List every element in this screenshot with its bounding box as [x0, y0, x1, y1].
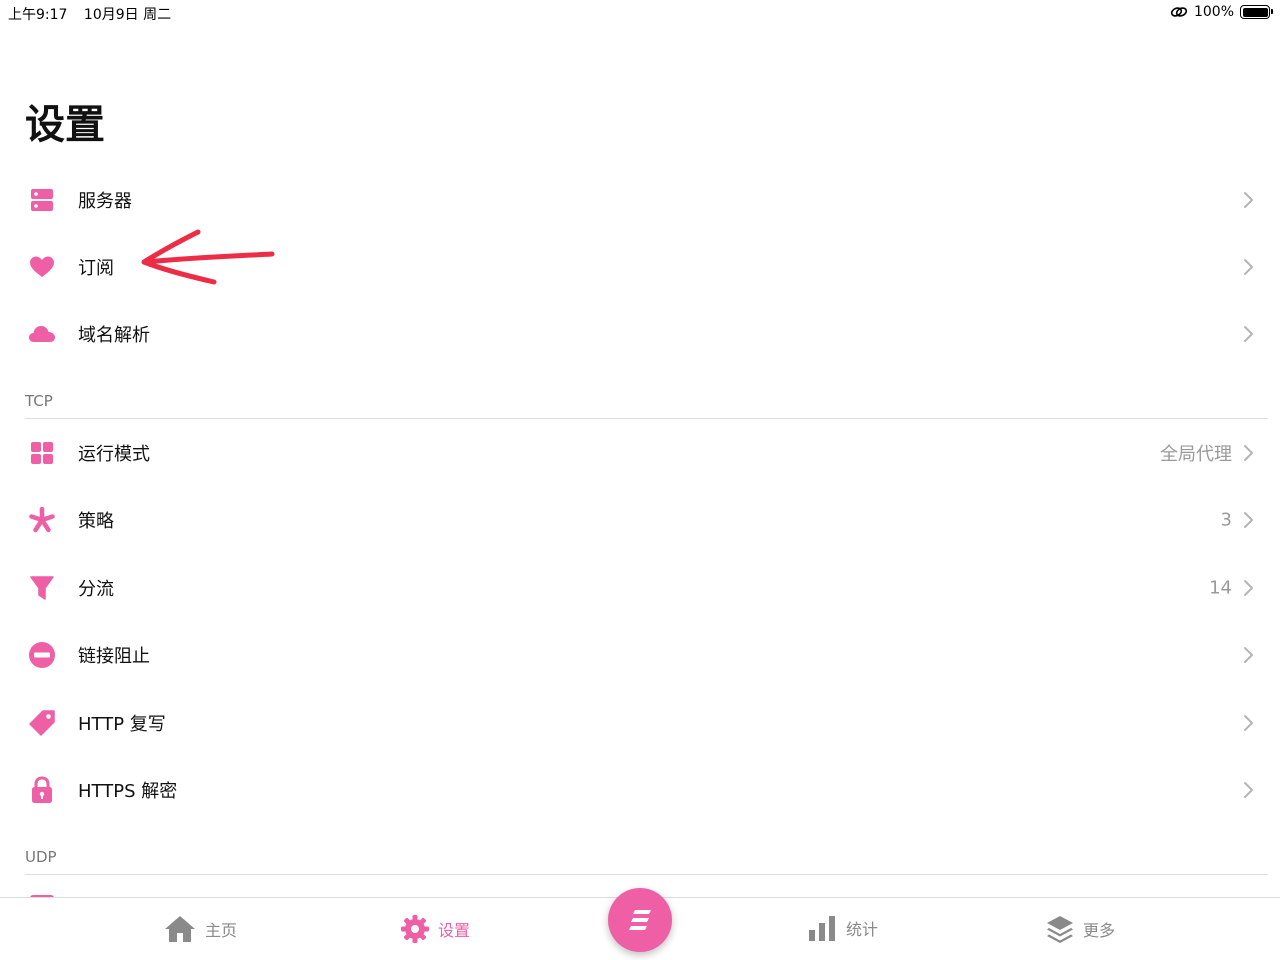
vpn-link-icon [1170, 7, 1188, 17]
page-title: 设置 [25, 102, 105, 148]
tab-more[interactable]: 更多 [1045, 914, 1115, 944]
connect-toggle-button[interactable] [608, 888, 672, 952]
battery-icon [1240, 5, 1273, 19]
settings-row-value: 14 [1209, 577, 1232, 599]
settings-row-label: 域名解析 [78, 325, 150, 346]
tab-home[interactable]: 主页 [163, 914, 237, 944]
settings-row-label: 策略 [78, 511, 114, 532]
settings-row-value: 3 [1220, 509, 1232, 531]
annotation-arrow [141, 229, 275, 285]
settings-row-rules[interactable]: 分流 14 [0, 558, 1280, 618]
status-bar: 上午9:17 10月9日 周二 100% [0, 0, 1280, 26]
cloud-icon [28, 320, 56, 348]
status-left: 上午9:17 10月9日 周二 [8, 4, 183, 24]
settings-row-label: HTTP 复写 [78, 714, 166, 735]
tab-label: 更多 [1083, 921, 1116, 940]
filter-icon [28, 574, 56, 602]
section-divider [25, 418, 1268, 419]
gear-icon [401, 915, 429, 943]
status-right: 100% [1170, 4, 1273, 20]
asterisk-icon [28, 506, 56, 534]
settings-row-label: 分流 [78, 579, 114, 600]
chevron-right-icon [1244, 580, 1253, 596]
chevron-right-icon [1244, 326, 1253, 342]
tab-stats[interactable]: 统计 [808, 914, 878, 942]
section-header-udp: UDP [25, 848, 57, 866]
section-divider [25, 874, 1268, 875]
chart-icon [809, 916, 835, 941]
tab-label: 统计 [846, 920, 879, 939]
chevron-right-icon [1244, 512, 1253, 528]
app-logo-icon [629, 910, 651, 930]
settings-row-block[interactable]: 链接阻止 [0, 625, 1280, 685]
status-date: 10月9日 周二 [83, 7, 172, 23]
layers-icon [1047, 916, 1073, 943]
server-icon [28, 186, 56, 214]
heart-icon [28, 253, 56, 281]
home-icon [165, 916, 195, 942]
chevron-right-icon [1244, 647, 1253, 663]
settings-row-server[interactable]: 服务器 [0, 170, 1280, 230]
settings-row-label: 服务器 [78, 191, 132, 212]
tab-label: 设置 [438, 921, 471, 940]
settings-row-https-decrypt[interactable]: HTTPS 解密 [0, 760, 1280, 820]
settings-row-label: 链接阻止 [78, 646, 150, 667]
settings-row-http-rewrite[interactable]: HTTP 复写 [0, 693, 1280, 753]
lock-icon [28, 776, 56, 804]
section-header-tcp: TCP [25, 392, 53, 410]
settings-row-label: HTTPS 解密 [78, 781, 178, 802]
settings-row-run-mode[interactable]: 运行模式 全局代理 [0, 423, 1280, 483]
settings-row-label: 订阅 [78, 258, 114, 279]
block-icon [28, 641, 56, 669]
chevron-right-icon [1244, 782, 1253, 798]
chevron-right-icon [1244, 192, 1253, 208]
settings-row-label: 运行模式 [78, 444, 150, 465]
chevron-right-icon [1244, 259, 1253, 275]
status-time: 上午9:17 [8, 7, 68, 23]
battery-percent: 100% [1193, 4, 1234, 20]
chevron-right-icon [1244, 445, 1253, 461]
tag-icon [28, 709, 56, 737]
settings-row-policy[interactable]: 策略 3 [0, 490, 1280, 550]
grid-icon [28, 439, 56, 467]
settings-row-value: 全局代理 [1160, 444, 1232, 465]
chevron-right-icon [1244, 715, 1253, 731]
settings-row-dns[interactable]: 域名解析 [0, 304, 1280, 364]
tab-label: 主页 [205, 921, 238, 940]
tab-settings[interactable]: 设置 [400, 914, 470, 944]
